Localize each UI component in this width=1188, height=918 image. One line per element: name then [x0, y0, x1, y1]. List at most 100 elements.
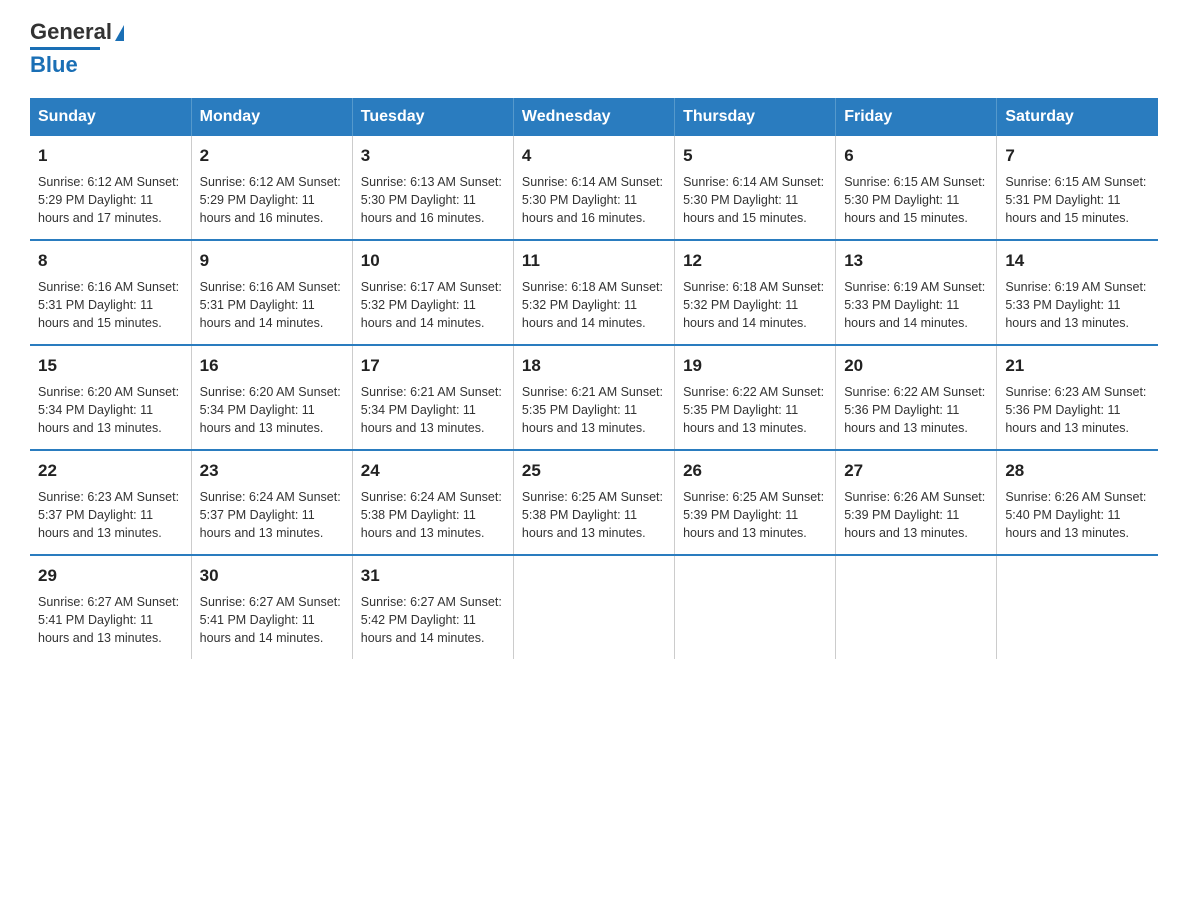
calendar-cell: 8 Sunrise: 6:16 AM Sunset: 5:31 PM Daylig… [30, 240, 191, 345]
calendar-cell: 2 Sunrise: 6:12 AM Sunset: 5:29 PM Daylig… [191, 136, 352, 240]
day-number: 19 [683, 354, 827, 379]
day-info: Sunrise: 6:12 AM Sunset: 5:29 PM Dayligh… [38, 173, 183, 227]
calendar-cell: 13Sunrise: 6:19 AM Sunset: 5:33 PM Dayli… [836, 240, 997, 345]
calendar-cell: 31Sunrise: 6:27 AM Sunset: 5:42 PM Dayli… [352, 555, 513, 659]
col-header-tuesday: Tuesday [352, 98, 513, 136]
day-info: Sunrise: 6:15 AM Sunset: 5:31 PM Dayligh… [1005, 173, 1150, 227]
calendar-cell: 11Sunrise: 6:18 AM Sunset: 5:32 PM Dayli… [513, 240, 674, 345]
calendar-cell: 26 Sunrise: 6:25 AM Sunset: 5:39 PM Dayli… [675, 450, 836, 555]
calendar-cell: 3 Sunrise: 6:13 AM Sunset: 5:30 PM Daylig… [352, 136, 513, 240]
logo-underline [30, 47, 100, 50]
day-info: Sunrise: 6:25 AM Sunset: 5:38 PM Dayligh… [522, 488, 666, 542]
logo: General Blue [30, 20, 124, 78]
day-number: 25 [522, 459, 666, 484]
week-row-1: 1 Sunrise: 6:12 AM Sunset: 5:29 PM Daylig… [30, 136, 1158, 240]
day-number: 29 [38, 564, 183, 589]
day-info: Sunrise: 6:24 AM Sunset: 5:38 PM Dayligh… [361, 488, 505, 542]
week-row-2: 8 Sunrise: 6:16 AM Sunset: 5:31 PM Daylig… [30, 240, 1158, 345]
week-row-4: 22Sunrise: 6:23 AM Sunset: 5:37 PM Dayli… [30, 450, 1158, 555]
calendar-cell: 28 Sunrise: 6:26 AM Sunset: 5:40 PM Dayli… [997, 450, 1158, 555]
calendar-cell: 29 Sunrise: 6:27 AM Sunset: 5:41 PM Dayli… [30, 555, 191, 659]
calendar-cell: 5 Sunrise: 6:14 AM Sunset: 5:30 PM Daylig… [675, 136, 836, 240]
day-number: 14 [1005, 249, 1150, 274]
day-info: Sunrise: 6:21 AM Sunset: 5:35 PM Dayligh… [522, 383, 666, 437]
day-number: 30 [200, 564, 344, 589]
day-info: Sunrise: 6:23 AM Sunset: 5:36 PM Dayligh… [1005, 383, 1150, 437]
calendar-cell: 7Sunrise: 6:15 AM Sunset: 5:31 PM Daylig… [997, 136, 1158, 240]
day-number: 28 [1005, 459, 1150, 484]
col-header-thursday: Thursday [675, 98, 836, 136]
day-info: Sunrise: 6:15 AM Sunset: 5:30 PM Dayligh… [844, 173, 988, 227]
day-number: 21 [1005, 354, 1150, 379]
logo-text: General [30, 20, 124, 44]
calendar-cell: 25 Sunrise: 6:25 AM Sunset: 5:38 PM Dayli… [513, 450, 674, 555]
day-info: Sunrise: 6:16 AM Sunset: 5:31 PM Dayligh… [38, 278, 183, 332]
day-info: Sunrise: 6:12 AM Sunset: 5:29 PM Dayligh… [200, 173, 344, 227]
day-number: 6 [844, 144, 988, 169]
day-number: 3 [361, 144, 505, 169]
day-info: Sunrise: 6:24 AM Sunset: 5:37 PM Dayligh… [200, 488, 344, 542]
day-number: 27 [844, 459, 988, 484]
day-number: 23 [200, 459, 344, 484]
calendar-cell [513, 555, 674, 659]
calendar-cell: 15Sunrise: 6:20 AM Sunset: 5:34 PM Dayli… [30, 345, 191, 450]
col-header-wednesday: Wednesday [513, 98, 674, 136]
logo-blue: Blue [30, 52, 78, 78]
day-number: 10 [361, 249, 505, 274]
day-info: Sunrise: 6:27 AM Sunset: 5:41 PM Dayligh… [38, 593, 183, 647]
calendar-cell: 9Sunrise: 6:16 AM Sunset: 5:31 PM Daylig… [191, 240, 352, 345]
calendar-cell: 12 Sunrise: 6:18 AM Sunset: 5:32 PM Dayli… [675, 240, 836, 345]
day-number: 20 [844, 354, 988, 379]
calendar-cell: 24 Sunrise: 6:24 AM Sunset: 5:38 PM Dayli… [352, 450, 513, 555]
day-number: 15 [38, 354, 183, 379]
col-header-friday: Friday [836, 98, 997, 136]
week-row-3: 15Sunrise: 6:20 AM Sunset: 5:34 PM Dayli… [30, 345, 1158, 450]
day-info: Sunrise: 6:26 AM Sunset: 5:39 PM Dayligh… [844, 488, 988, 542]
day-info: Sunrise: 6:23 AM Sunset: 5:37 PM Dayligh… [38, 488, 183, 542]
page-header: General Blue [30, 20, 1158, 78]
calendar-cell: 19Sunrise: 6:22 AM Sunset: 5:35 PM Dayli… [675, 345, 836, 450]
day-info: Sunrise: 6:21 AM Sunset: 5:34 PM Dayligh… [361, 383, 505, 437]
col-header-sunday: Sunday [30, 98, 191, 136]
calendar-cell: 21 Sunrise: 6:23 AM Sunset: 5:36 PM Dayli… [997, 345, 1158, 450]
calendar-cell: 1 Sunrise: 6:12 AM Sunset: 5:29 PM Daylig… [30, 136, 191, 240]
calendar-cell: 17 Sunrise: 6:21 AM Sunset: 5:34 PM Dayli… [352, 345, 513, 450]
day-info: Sunrise: 6:26 AM Sunset: 5:40 PM Dayligh… [1005, 488, 1150, 542]
calendar-cell: 18Sunrise: 6:21 AM Sunset: 5:35 PM Dayli… [513, 345, 674, 450]
calendar-cell: 22Sunrise: 6:23 AM Sunset: 5:37 PM Dayli… [30, 450, 191, 555]
calendar-header-row: SundayMondayTuesdayWednesdayThursdayFrid… [30, 98, 1158, 136]
col-header-monday: Monday [191, 98, 352, 136]
week-row-5: 29 Sunrise: 6:27 AM Sunset: 5:41 PM Dayli… [30, 555, 1158, 659]
calendar-cell: 27 Sunrise: 6:26 AM Sunset: 5:39 PM Dayli… [836, 450, 997, 555]
day-info: Sunrise: 6:13 AM Sunset: 5:30 PM Dayligh… [361, 173, 505, 227]
day-number: 1 [38, 144, 183, 169]
calendar-table: SundayMondayTuesdayWednesdayThursdayFrid… [30, 98, 1158, 659]
day-info: Sunrise: 6:25 AM Sunset: 5:39 PM Dayligh… [683, 488, 827, 542]
day-number: 2 [200, 144, 344, 169]
calendar-cell: 10 Sunrise: 6:17 AM Sunset: 5:32 PM Dayli… [352, 240, 513, 345]
day-number: 26 [683, 459, 827, 484]
day-info: Sunrise: 6:18 AM Sunset: 5:32 PM Dayligh… [522, 278, 666, 332]
day-info: Sunrise: 6:14 AM Sunset: 5:30 PM Dayligh… [683, 173, 827, 227]
day-info: Sunrise: 6:18 AM Sunset: 5:32 PM Dayligh… [683, 278, 827, 332]
day-number: 9 [200, 249, 344, 274]
calendar-cell: 6 Sunrise: 6:15 AM Sunset: 5:30 PM Daylig… [836, 136, 997, 240]
calendar-cell [675, 555, 836, 659]
calendar-cell [997, 555, 1158, 659]
day-info: Sunrise: 6:17 AM Sunset: 5:32 PM Dayligh… [361, 278, 505, 332]
col-header-saturday: Saturday [997, 98, 1158, 136]
calendar-cell [836, 555, 997, 659]
day-number: 31 [361, 564, 505, 589]
calendar-cell: 14Sunrise: 6:19 AM Sunset: 5:33 PM Dayli… [997, 240, 1158, 345]
calendar-cell: 23 Sunrise: 6:24 AM Sunset: 5:37 PM Dayli… [191, 450, 352, 555]
day-info: Sunrise: 6:27 AM Sunset: 5:41 PM Dayligh… [200, 593, 344, 647]
day-number: 4 [522, 144, 666, 169]
day-info: Sunrise: 6:19 AM Sunset: 5:33 PM Dayligh… [844, 278, 988, 332]
day-number: 8 [38, 249, 183, 274]
calendar-cell: 20 Sunrise: 6:22 AM Sunset: 5:36 PM Dayli… [836, 345, 997, 450]
day-number: 5 [683, 144, 827, 169]
day-number: 17 [361, 354, 505, 379]
day-number: 12 [683, 249, 827, 274]
day-info: Sunrise: 6:22 AM Sunset: 5:36 PM Dayligh… [844, 383, 988, 437]
day-number: 24 [361, 459, 505, 484]
